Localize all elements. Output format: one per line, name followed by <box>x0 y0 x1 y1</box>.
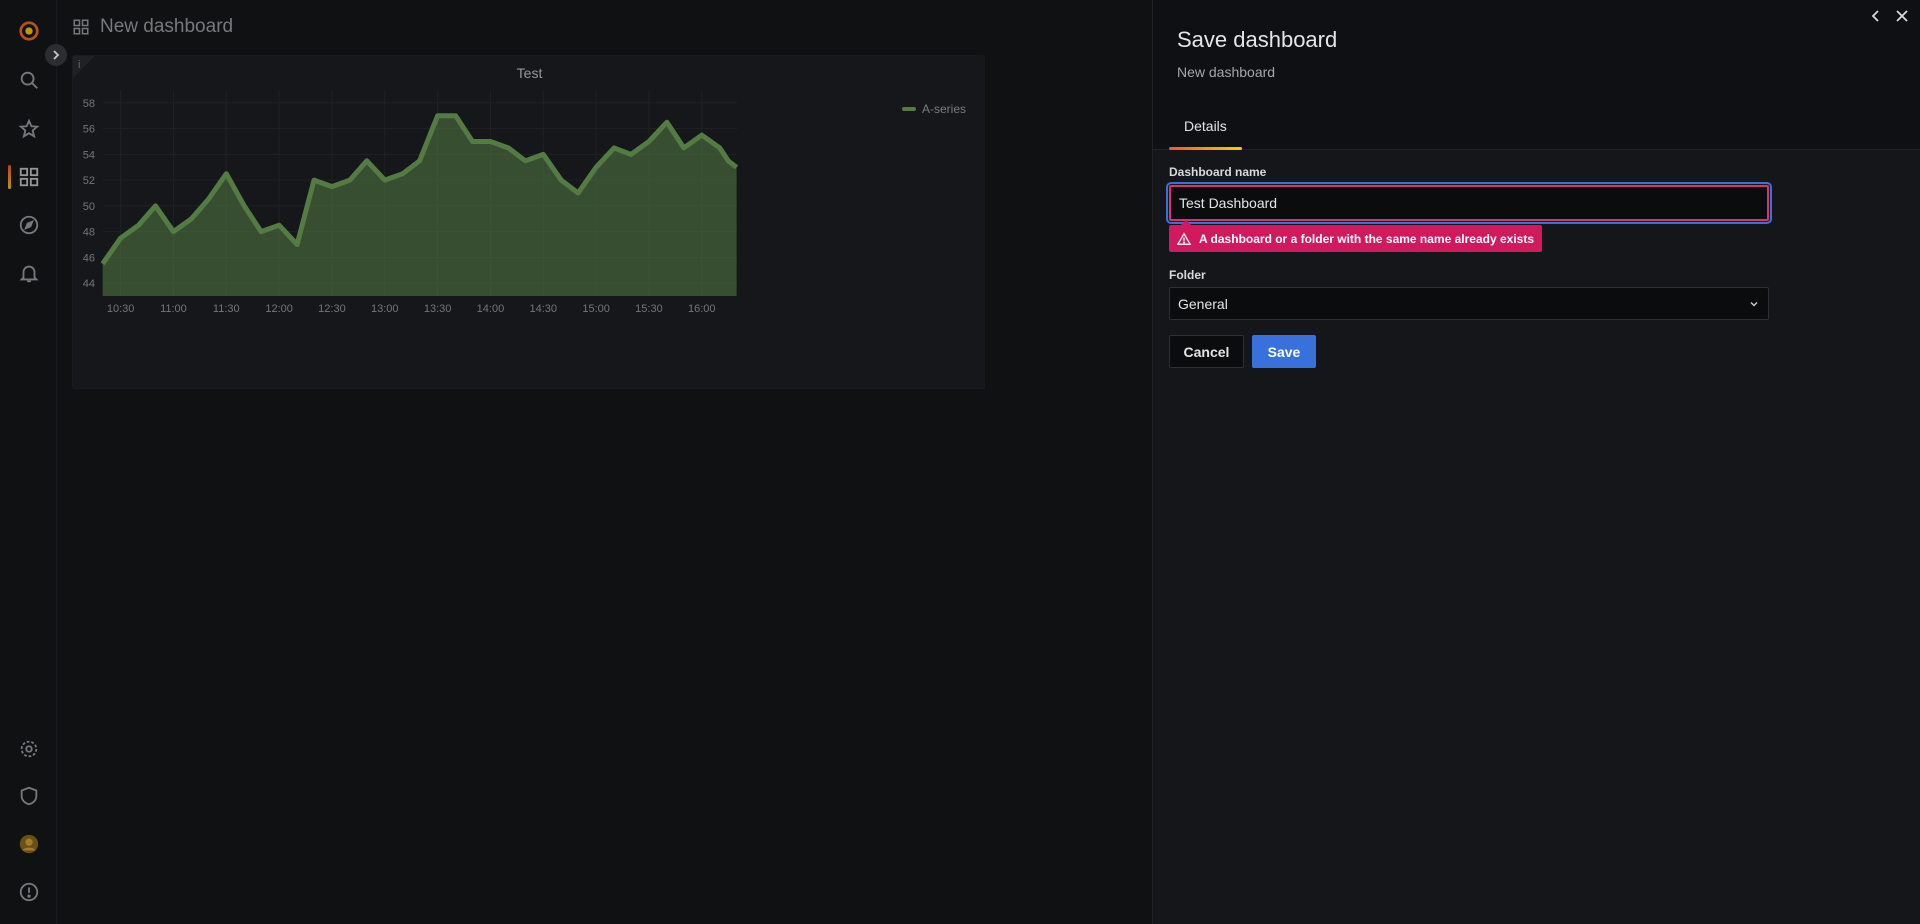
x-tick-label: 11:30 <box>213 303 240 315</box>
user-avatar[interactable] <box>0 824 57 864</box>
x-tick-label: 10:30 <box>107 303 135 315</box>
x-tick-label: 15:00 <box>582 303 610 315</box>
close-icon <box>1896 10 1908 22</box>
name-error-message: A dashboard or a folder with the same na… <box>1169 220 1542 252</box>
close-drawer-button[interactable] <box>1894 8 1910 24</box>
dashboard-area: New dashboard i Test 44 46 48 50 52 54 56 58 10:… <box>58 0 1152 924</box>
folder-select[interactable]: General <box>1169 287 1769 320</box>
y-tick-label: 48 <box>83 227 95 239</box>
grafana-logo-icon[interactable] <box>0 11 57 51</box>
drawer-header: Save dashboard New dashboard Details <box>1153 0 1920 150</box>
gear-icon[interactable] <box>0 729 57 769</box>
x-tick-label: 13:00 <box>371 303 399 315</box>
explore-icon[interactable] <box>0 205 57 245</box>
y-tick-label: 52 <box>83 175 95 187</box>
star-icon[interactable] <box>0 109 57 149</box>
legend-label: A-series <box>921 102 966 116</box>
y-tick-label: 46 <box>83 252 95 264</box>
search-icon[interactable] <box>0 60 57 100</box>
x-tick-label: 16:00 <box>688 303 716 315</box>
y-tick-label: 58 <box>83 98 95 110</box>
error-text: A dashboard or a folder with the same na… <box>1199 231 1534 246</box>
x-tick-label: 15:30 <box>635 303 663 315</box>
dashboards-icon[interactable] <box>0 157 57 197</box>
y-tick-label: 54 <box>83 149 95 161</box>
y-tick-label: 50 <box>83 201 95 213</box>
chevron-left-icon <box>1871 10 1879 22</box>
alert-bell-icon[interactable] <box>0 253 57 293</box>
tab-details[interactable]: Details <box>1169 118 1242 150</box>
x-tick-label: 14:30 <box>530 303 558 315</box>
save-dashboard-drawer: Save dashboard New dashboard Details Das… <box>1152 0 1920 924</box>
collapse-drawer-button[interactable] <box>1868 8 1884 24</box>
chart-legend[interactable]: A-series <box>901 102 966 116</box>
folder-label: Folder <box>1169 268 1206 282</box>
y-tick-label: 56 <box>83 124 95 136</box>
drawer-title: Save dashboard <box>1177 27 1338 52</box>
drawer-subtitle: New dashboard <box>1177 64 1276 80</box>
warning-icon <box>1177 231 1191 245</box>
chevron-right-icon <box>53 50 60 60</box>
dashboard-breadcrumb[interactable]: New dashboard <box>72 16 233 38</box>
folder-value: General <box>1178 295 1228 312</box>
cancel-button[interactable]: Cancel <box>1169 335 1244 368</box>
save-button[interactable]: Save <box>1252 335 1316 368</box>
chart-svg: 44 46 48 50 52 54 56 58 10:30 11:00 11:30 12:00 12:3… <box>83 90 739 315</box>
graph-panel[interactable]: i Test 44 46 48 50 52 54 56 58 10:30 11:00 11:30 12… <box>72 55 985 389</box>
legend-swatch <box>901 107 916 111</box>
chevron-down-icon <box>1750 301 1758 307</box>
x-tick-label: 11:00 <box>160 303 187 315</box>
grafana-app: New dashboard i Test 44 46 48 50 52 54 56 58 10:… <box>0 0 1920 924</box>
sidebar-expand-button[interactable] <box>45 44 67 66</box>
dashboards-grid-icon <box>73 19 89 35</box>
y-tick-label: 44 <box>83 278 95 290</box>
sidebar <box>0 0 57 924</box>
dashboard-name-label: Dashboard name <box>1169 165 1267 179</box>
shield-icon[interactable] <box>0 776 57 816</box>
help-icon[interactable] <box>0 872 57 912</box>
dashboard-name-input[interactable] <box>1166 182 1772 224</box>
dashboard-title: New dashboard <box>100 16 234 37</box>
x-tick-label: 12:30 <box>318 303 346 315</box>
x-tick-label: 13:30 <box>424 303 452 315</box>
x-tick-label: 12:00 <box>265 303 293 315</box>
x-tick-label: 14:00 <box>477 303 505 315</box>
